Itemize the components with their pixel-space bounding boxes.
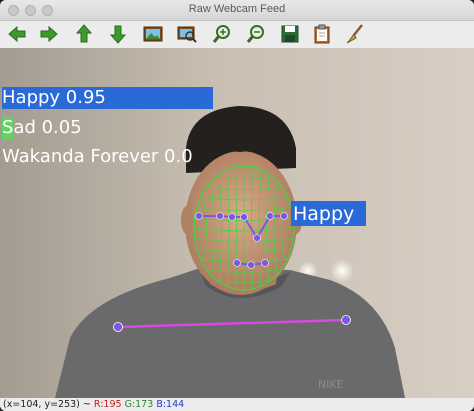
- status-bar: (x=104, y=253) ~ R:195 G:173 B:144: [0, 398, 474, 411]
- image-icon[interactable]: [142, 23, 164, 45]
- image-search-icon[interactable]: [176, 23, 198, 45]
- face-landmark-point: [266, 212, 274, 220]
- cursor-coords: (x=104, y=253) ~: [3, 399, 94, 410]
- score-label-happy: Happy 0.95: [2, 87, 106, 108]
- person-face: [185, 151, 297, 295]
- score-label-wakanda-forever: Wakanda Forever 0.0: [2, 146, 193, 167]
- webcam-feed-view[interactable]: NIKE Happy 0.95 Sad 0.05 Wakanda Forever…: [0, 48, 474, 398]
- face-landmark-point: [261, 259, 269, 267]
- arrow-up-icon[interactable]: [73, 23, 95, 45]
- pixel-green-value: G:173: [124, 399, 154, 410]
- shoulder-landmark-left: [113, 322, 123, 332]
- face-landmark-point: [280, 212, 288, 220]
- person-ear: [181, 206, 193, 234]
- shirt-logo: NIKE: [318, 378, 344, 391]
- app-window: Raw Webcam Feed NIKE Happy 0.95 Sad 0.05…: [0, 0, 474, 411]
- toolbar: [0, 21, 474, 47]
- face-landmark-point: [195, 212, 203, 220]
- score-label-sad: Sad 0.05: [2, 117, 82, 138]
- arrow-right-icon[interactable]: [38, 23, 60, 45]
- save-icon[interactable]: [279, 23, 301, 45]
- zoom-out-icon[interactable]: [245, 23, 267, 45]
- brush-icon[interactable]: [344, 23, 366, 45]
- window-title: Raw Webcam Feed: [188, 3, 286, 15]
- clipboard-icon[interactable]: [311, 23, 333, 45]
- arrow-left-icon[interactable]: [6, 23, 28, 45]
- face-landmark-point: [240, 213, 248, 221]
- face-landmark-point: [228, 213, 236, 221]
- title-bar: Raw Webcam Feed: [0, 0, 474, 21]
- face-landmark-point: [216, 212, 224, 220]
- face-landmark-point: [247, 261, 255, 269]
- face-label: Happy: [293, 203, 355, 225]
- pixel-red-value: R:195: [93, 399, 122, 410]
- face-landmark-point: [233, 259, 241, 267]
- arrow-down-icon[interactable]: [107, 23, 129, 45]
- shoulder-landmark-right: [341, 315, 351, 325]
- pixel-blue-value: B:144: [156, 399, 185, 410]
- face-landmark-point: [253, 234, 261, 242]
- ceiling-light: [330, 259, 354, 283]
- zoom-in-icon[interactable]: [211, 23, 233, 45]
